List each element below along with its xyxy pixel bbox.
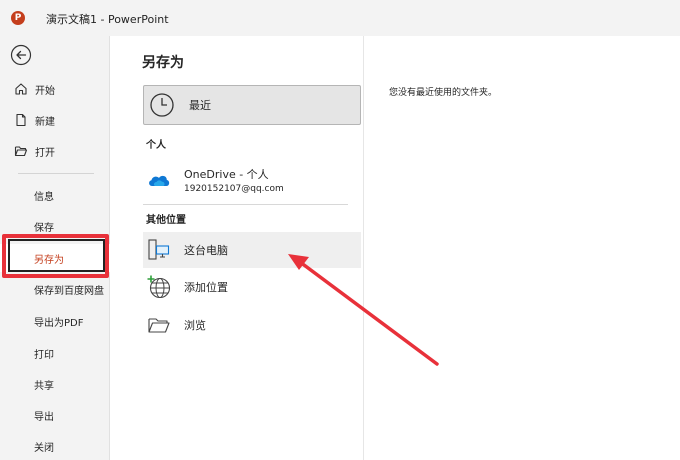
sidebar-item-open[interactable]: 打开 (0, 137, 110, 165)
add-location[interactable]: 添加位置 (143, 269, 361, 305)
sidebar-item-export-pdf[interactable]: 导出为PDF (0, 307, 110, 335)
clock-icon (149, 92, 175, 118)
onedrive-account: 1920152107@qq.com (184, 184, 284, 194)
this-pc-location[interactable]: 这台电脑 (143, 232, 361, 268)
sidebar-item-export[interactable]: 导出 (0, 401, 110, 429)
sidebar-item-close[interactable]: 关闭 (0, 432, 110, 460)
browse-label: 浏览 (184, 319, 206, 332)
add-location-label: 添加位置 (184, 281, 228, 294)
sidebar-item-label: 信息 (34, 191, 54, 203)
sidebar-item-share[interactable]: 共享 (0, 370, 110, 398)
powerpoint-logo-icon: P (11, 11, 25, 25)
add-location-globe-icon (146, 274, 172, 300)
sidebar-item-label: 开始 (35, 85, 55, 97)
sidebar-item-home[interactable]: 开始 (0, 75, 110, 103)
sidebar-item-label: 保存 (34, 222, 54, 234)
new-document-icon (14, 113, 28, 127)
sidebar-item-print[interactable]: 打印 (0, 339, 110, 367)
sidebar-item-label: 保存到百度网盘 (34, 285, 104, 297)
sidebar-item-new[interactable]: 新建 (0, 106, 110, 134)
recent-location[interactable]: 最近 (143, 85, 361, 125)
back-arrow-icon[interactable] (10, 44, 32, 66)
sidebar-divider (18, 173, 94, 174)
sidebar-item-label: 共享 (34, 380, 54, 392)
home-icon (14, 82, 28, 96)
title-bar: P 演示文稿1 - PowerPoint (0, 0, 680, 36)
annotation-inner-box (8, 239, 105, 272)
this-pc-label: 这台电脑 (184, 244, 228, 257)
sidebar-item-label: 打开 (35, 147, 55, 159)
empty-recent-folders-message: 您没有最近使用的文件夹。 (389, 88, 498, 98)
sidebar-item-save-to-baidu[interactable]: 保存到百度网盘 (0, 275, 110, 303)
browse-location[interactable]: 浏览 (143, 307, 361, 343)
personal-section-heading: 个人 (146, 140, 166, 151)
sidebar-item-label: 新建 (35, 116, 55, 128)
other-locations-heading: 其他位置 (146, 215, 186, 226)
browse-folder-icon (146, 312, 172, 338)
sidebar-item-label: 导出 (34, 411, 54, 423)
sidebar-item-label: 关闭 (34, 442, 54, 454)
onedrive-cloud-icon (146, 167, 172, 193)
this-pc-icon (146, 237, 172, 263)
page-title: 另存为 (142, 55, 184, 71)
sidebar-item-label: 打印 (34, 349, 54, 361)
open-folder-icon (14, 144, 28, 158)
section-divider (143, 204, 348, 205)
save-as-locations-panel: 另存为 最近 个人 OneDrive - 个人 1920152107@qq.co… (110, 36, 364, 460)
onedrive-location[interactable]: OneDrive - 个人 1920152107@qq.com (143, 162, 361, 198)
sidebar-item-label: 导出为PDF (34, 317, 84, 329)
recent-label: 最近 (189, 99, 211, 112)
window-title: 演示文稿1 - PowerPoint (46, 13, 169, 26)
recent-folders-panel: 您没有最近使用的文件夹。 (364, 36, 680, 460)
onedrive-label: OneDrive - 个人 (184, 168, 269, 181)
sidebar-item-info[interactable]: 信息 (0, 181, 110, 209)
